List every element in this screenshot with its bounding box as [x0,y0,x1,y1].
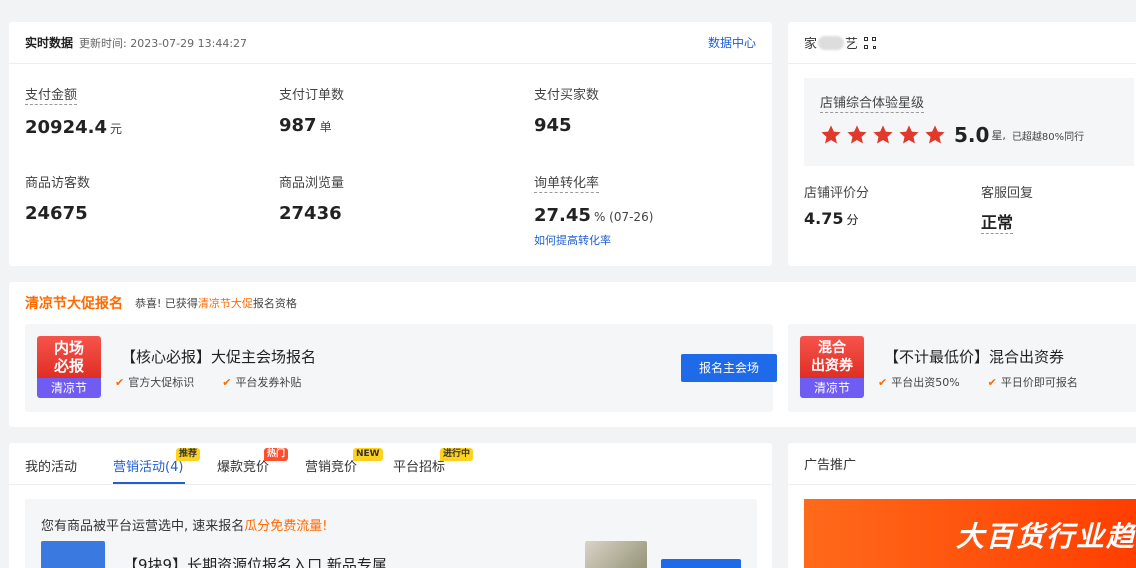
tab-marketing-activities[interactable]: 营销活动(4) [113,456,183,475]
shop-name-right: 艺 [845,37,859,52]
realtime-data-card: 实时数据 更新时间: 2023-07-29 13:44:27 数据中心 支付金额… [9,22,772,266]
promo-item-main: 内场 必报 清凉节 【核心必报】大促主会场报名 ✔ 官方大促标识 ✔ 平台发券补贴 报… [9,324,788,427]
tag-new: NEW [353,448,383,461]
tab-marketing-bidding[interactable]: 营销竞价 [305,456,357,475]
ads-title: 广告推广 [804,458,857,473]
shop-service-reply: 客服回复 正常 [981,182,1034,234]
metric-label[interactable]: 询单转化率 [534,172,600,193]
tab-platform-tender[interactable]: 平台招标 [393,456,445,475]
rating-label[interactable]: 店铺综合体验星级 [820,92,1118,113]
promo-item-title: 【不计最低价】混合出资券 [884,348,1065,366]
ads-card: 广告推广 大百货行业趋 [788,443,1136,568]
promo-badge: 混合 出资券 清凉节 [800,336,864,398]
metric-pageviews: 商品浏览量 27436 [279,172,344,224]
promo-item-coupon: 混合 出资券 清凉节 【不计最低价】混合出资券 ✔ 平台出资50% ✔ 平日价即可报名 [788,324,1136,427]
review-unit: 分 [846,213,859,227]
check-icon: ✔ [115,376,125,389]
promo-item-card[interactable]: 内场 必报 清凉节 【核心必报】大促主会场报名 ✔ 官方大促标识 ✔ 平台发券补贴 报… [25,324,777,412]
metric-value: 20924.4 元 [25,117,122,138]
realtime-header: 实时数据 更新时间: 2023-07-29 13:44:27 数据中心 [9,22,772,64]
promo-header: 清凉节大促报名 恭喜! 已获得清凉节大促报名资格 [9,282,1136,324]
shop-header: 家 艺 [788,22,1136,64]
service-label: 客服回复 [981,186,1034,201]
activities-card: 我的活动 营销活动(4) 爆款竞价 营销竞价 平台招标 推荐 热门 NEW 进行… [9,443,772,568]
metric-pay-buyers: 支付买家数 945 [534,84,599,136]
activity-notice: 您有商品被平台运营选中, 速来报名瓜分免费流量! [41,519,328,534]
metric-value: 27436 [279,203,342,224]
active-tab-indicator [113,482,185,484]
activity-title[interactable]: 【9块9】长期资源位报名入口 新品专属 [123,554,387,568]
shop-name-left: 家 [804,37,818,52]
realtime-title: 实时数据 [25,36,74,50]
metric-value: 945 [534,115,572,136]
metric-value: 27.45% (07-26) [534,205,654,226]
rating-unit: 星, [991,129,1006,142]
tag-recommend: 推荐 [176,448,201,461]
promo-badge: 内场 必报 清凉节 [37,336,101,398]
tag-in-progress: 进行中 [440,448,474,461]
metric-label: 商品浏览量 [279,176,345,191]
promo-item-card[interactable]: 混合 出资券 清凉节 【不计最低价】混合出资券 ✔ 平台出资50% ✔ 平日价即可报名 [788,324,1136,412]
promo-item-features: ✔ 平台出资50% ✔ 平日价即可报名 [878,376,1078,389]
star-icon [899,125,919,144]
metric-label: 商品访客数 [25,176,91,191]
star-icon [847,125,867,144]
service-value[interactable]: 正常 [981,213,1014,234]
tab-hot-bidding[interactable]: 爆款竞价 [217,456,269,475]
star-icon [925,125,945,144]
promo-section: 清凉节大促报名 恭喜! 已获得清凉节大促报名资格 内场 必报 清凉节 【核心必报】… [9,282,1136,427]
activity-icon [41,541,105,568]
metric-pay-amount: 支付金额 20924.4 元 [25,84,122,138]
rating-stars: 5.0 星, 已超越80%同行 [820,123,1118,147]
shop-card: 家 艺 店铺综合体验星级 5.0 星, 已超越80%同行 店铺评价分 4.75 分… [788,22,1136,266]
review-value: 4.75 [804,209,844,228]
shop-review-score: 店铺评价分 4.75 分 [804,182,869,228]
data-center-link[interactable]: 数据中心 [708,34,756,51]
improve-conversion-link[interactable]: 如何提高转化率 [534,232,653,248]
qrcode-icon[interactable] [864,36,877,49]
check-icon: ✔ [878,376,888,389]
activity-signup-button[interactable] [661,559,741,568]
star-icon [873,125,893,144]
promo-message: 恭喜! 已获得清凉节大促报名资格 [135,297,297,310]
metric-conversion: 询单转化率 27.45% (07-26) 如何提高转化率 [534,172,653,248]
metric-pay-orders: 支付订单数 987 单 [279,84,344,136]
metric-label[interactable]: 支付金额 [25,84,78,105]
tag-hot: 热门 [264,448,289,461]
metric-value: 24675 [25,203,88,224]
ad-banner-text: 大百货行业趋 [955,520,1136,553]
metric-visitors: 商品访客数 24675 [25,172,90,224]
activity-thumbnail [585,541,647,568]
promo-title: 清凉节大促报名 [25,296,123,312]
rating-note: 已超越80%同行 [1011,131,1085,143]
ads-header: 广告推广 [788,443,1136,485]
activity-list: 您有商品被平台运营选中, 速来报名瓜分免费流量! 【9块9】长期资源位报名入口 … [25,499,757,568]
star-icon [821,125,841,144]
metric-value: 987 单 [279,115,332,136]
update-time: 更新时间: 2023-07-29 13:44:27 [79,36,248,50]
metric-label: 支付订单数 [279,88,345,103]
metric-label: 支付买家数 [534,88,600,103]
promo-item-features: ✔ 官方大促标识 ✔ 平台发券补贴 [115,376,302,389]
ad-banner[interactable]: 大百货行业趋 [804,499,1136,568]
review-label: 店铺评价分 [804,186,870,201]
rating-score: 5.0 [954,123,990,147]
signup-main-venue-button[interactable]: 报名主会场 [681,354,777,382]
check-icon: ✔ [987,376,997,389]
shop-rating-box: 店铺综合体验星级 5.0 星, 已超越80%同行 [804,78,1134,166]
tab-my-activities[interactable]: 我的活动 [25,456,77,475]
blurred-name [818,35,845,50]
promo-item-title: 【核心必报】大促主会场报名 [121,348,317,366]
activity-tabs: 我的活动 营销活动(4) 爆款竞价 营销竞价 平台招标 推荐 热门 NEW 进行… [9,443,772,485]
check-icon: ✔ [222,376,232,389]
